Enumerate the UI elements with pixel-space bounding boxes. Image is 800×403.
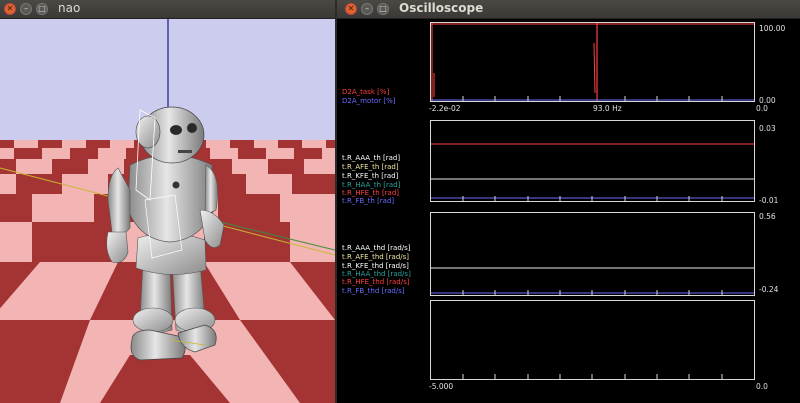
legend-label: t.R_HFE_th [rad] — [342, 189, 400, 197]
y-max-label: 100.00 — [759, 24, 786, 33]
minimize-icon[interactable]: – — [361, 3, 373, 15]
close-icon[interactable]: ✕ — [4, 3, 16, 15]
nao-titlebar[interactable]: ✕ – □ nao — [0, 0, 335, 19]
legend-label: D2A_motor [%] — [342, 97, 396, 105]
legend-label: t.R_KFE_th [rad] — [342, 172, 399, 180]
x-right-label: 0.0 — [756, 382, 768, 391]
x-mid-label: 93.0 Hz — [593, 104, 622, 113]
x-left-label: -2.2e-02 — [429, 104, 461, 113]
y-max-label: 0.56 — [759, 212, 776, 221]
y-min-label: -0.24 — [759, 285, 779, 294]
minimize-icon[interactable]: – — [20, 3, 32, 15]
legend-label: t.R_FB_th [rad] — [342, 197, 395, 205]
plot-traces — [431, 143, 754, 201]
plot-traces — [431, 23, 754, 101]
plot-area — [430, 300, 755, 380]
plot-traces — [462, 374, 723, 379]
legend-label: t.R_AFE_th [rad] — [342, 163, 399, 171]
maximize-icon[interactable]: □ — [36, 3, 48, 15]
oscilloscope-window[interactable]: ✕ – □ Oscilloscope D2A_task [%] D2A_moto… — [337, 0, 800, 403]
maximize-icon[interactable]: □ — [377, 3, 389, 15]
plot-area — [430, 22, 755, 102]
legend-label: D2A_task [%] — [342, 88, 390, 96]
nao-window-title: nao — [58, 1, 81, 15]
plot-area — [430, 120, 755, 202]
y-max-label: 0.03 — [759, 124, 776, 133]
nao-3d-viewport[interactable] — [0, 0, 335, 403]
y-min-label: -0.01 — [759, 196, 779, 205]
nao-window[interactable]: ✕ – □ nao — [0, 0, 335, 403]
legend-label: t.R_KFE_thd [rad/s] — [342, 262, 409, 270]
plot-area — [430, 212, 755, 296]
oscilloscope-title: Oscilloscope — [399, 1, 484, 15]
legend-label: t.R_HAA_th [rad] — [342, 181, 401, 189]
legend-label: t.R_AAA_th [rad] — [342, 154, 401, 162]
legend-label: t.R_AFE_thd [rad/s] — [342, 253, 409, 261]
legend-label: t.R_HFE_thd [rad/s] — [342, 278, 410, 286]
close-icon[interactable]: ✕ — [345, 3, 357, 15]
legend-label: t.R_AAA_thd [rad/s] — [342, 244, 411, 252]
plot-traces — [431, 267, 754, 295]
legend-label: t.R_FB_thd [rad/s] — [342, 287, 405, 295]
x-left-label: -5.000 — [429, 382, 454, 391]
oscilloscope-titlebar[interactable]: ✕ – □ Oscilloscope — [337, 0, 800, 19]
x-right-label: 0.0 — [756, 104, 768, 113]
legend-label: t.R_HAA_thd [rad/s] — [342, 270, 411, 278]
